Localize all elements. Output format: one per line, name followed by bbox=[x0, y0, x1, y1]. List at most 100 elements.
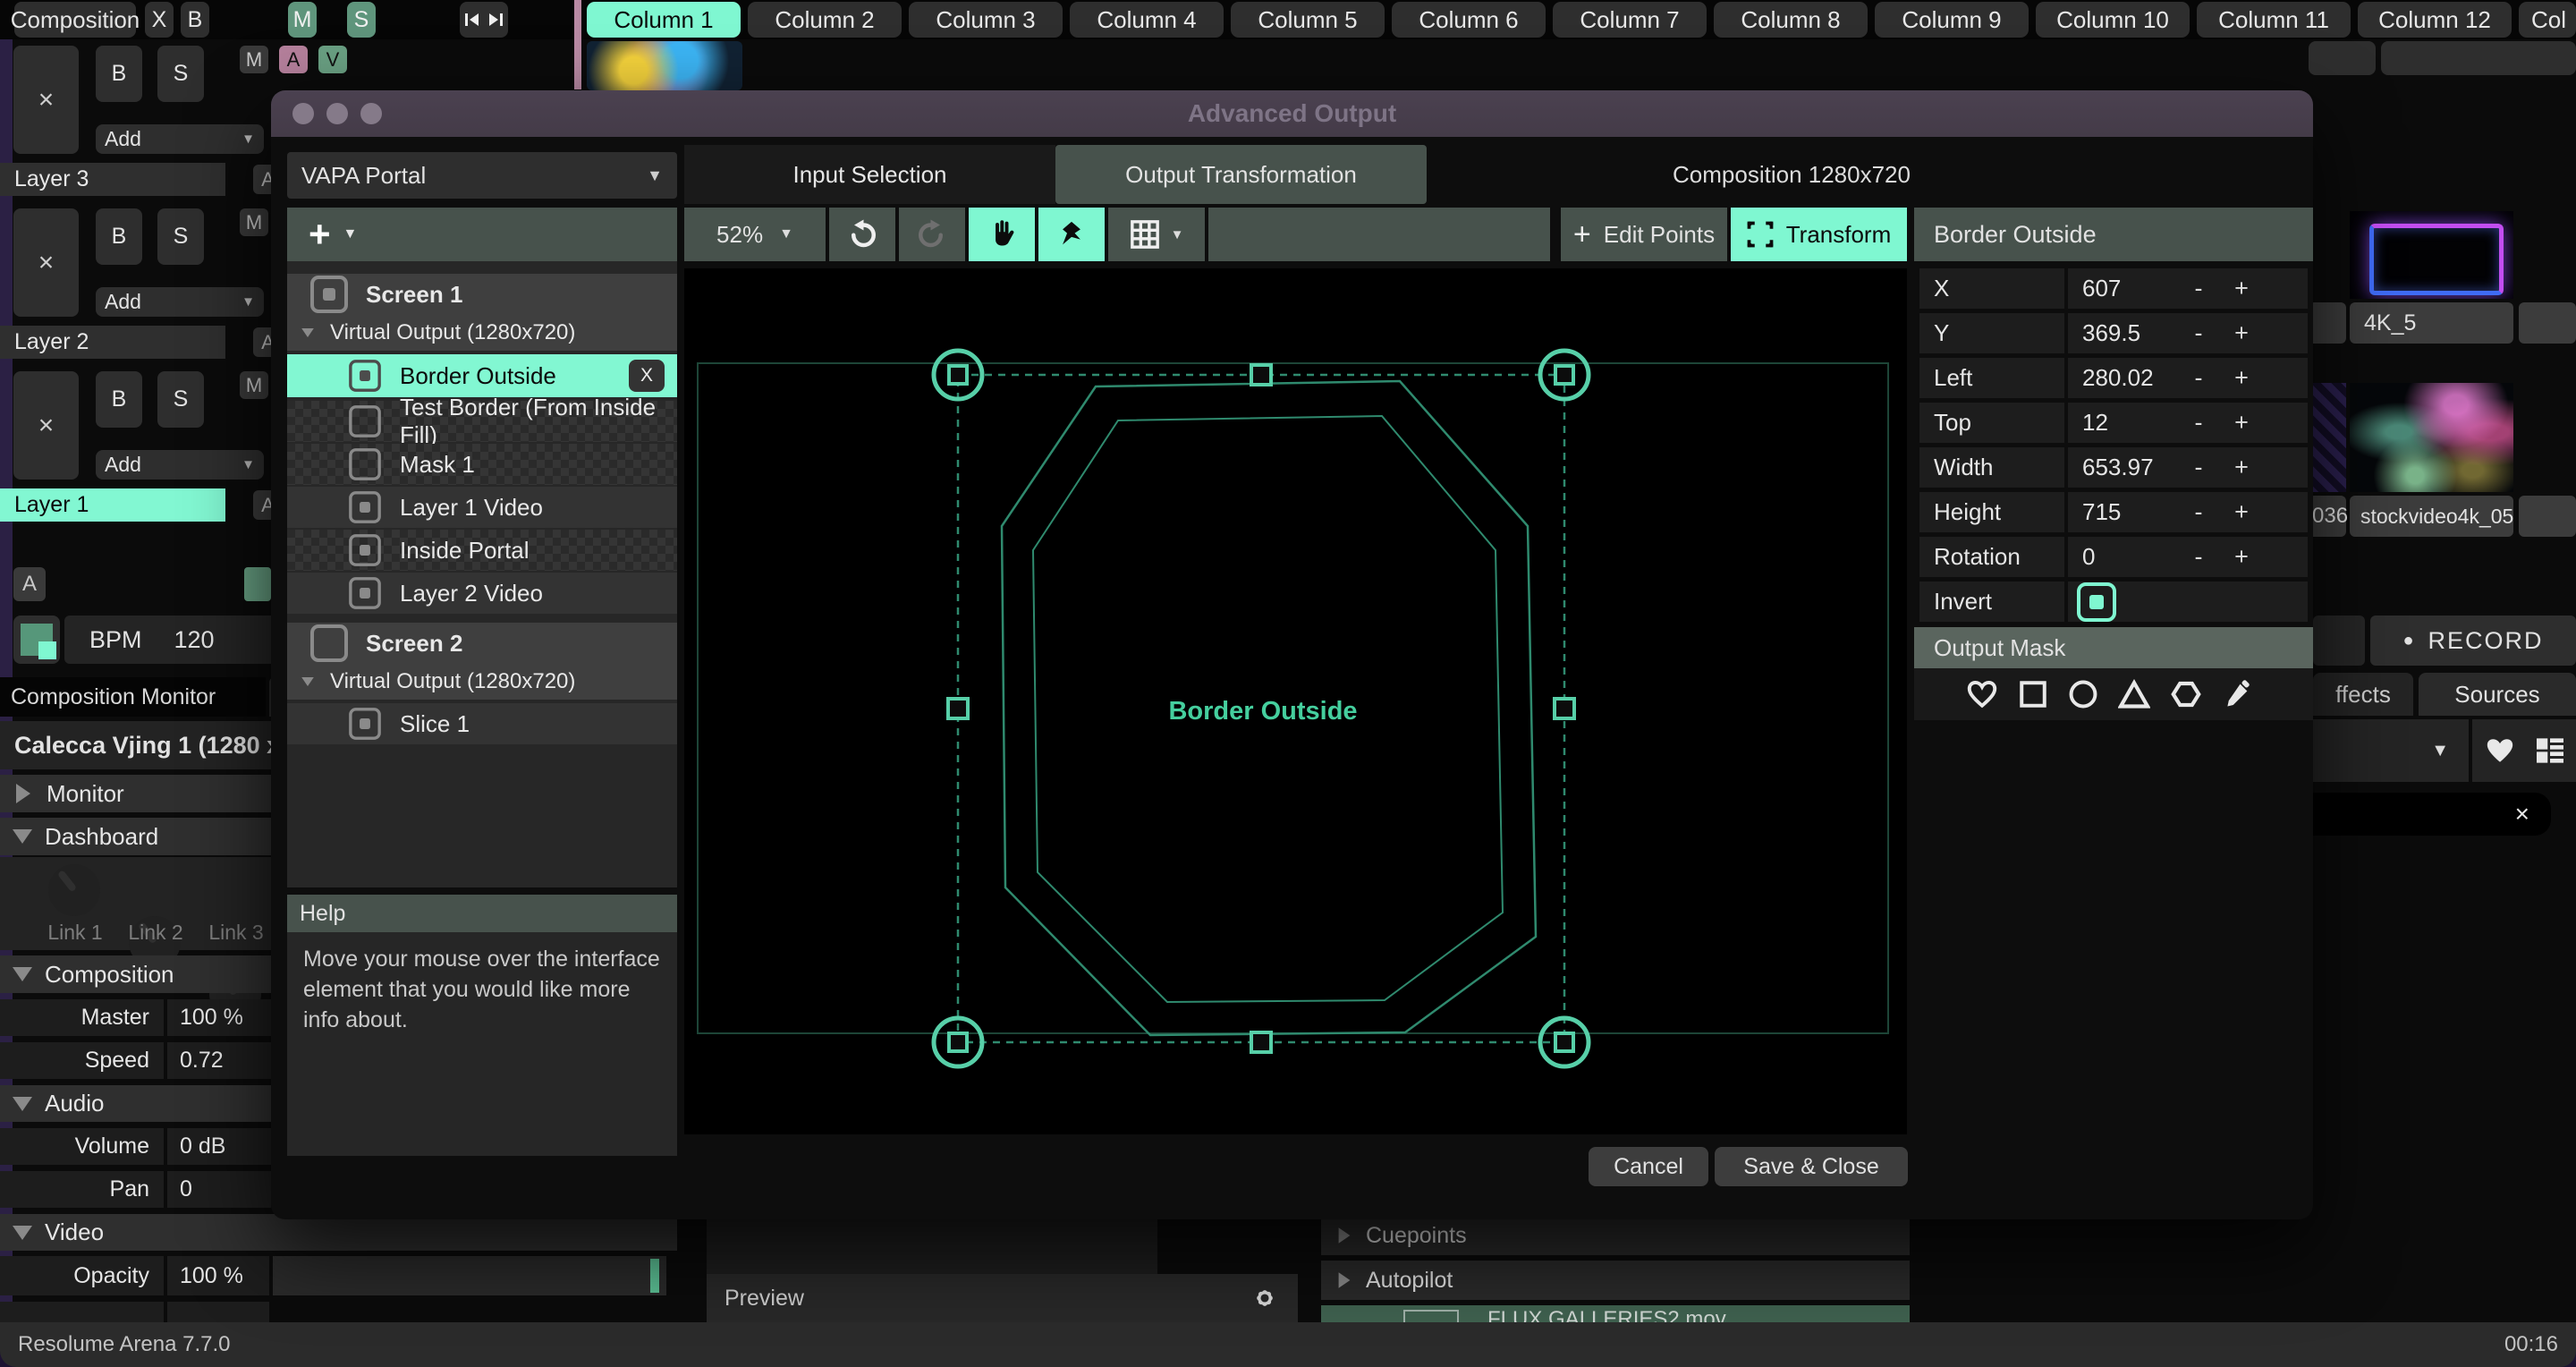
layer1-bypass-button[interactable]: B bbox=[96, 371, 142, 428]
column-tab-4[interactable]: Column 4 bbox=[1070, 2, 1224, 38]
increment-button[interactable]: + bbox=[2222, 539, 2261, 575]
layer2-title[interactable]: Layer 2 bbox=[0, 326, 225, 359]
decrement-button[interactable]: - bbox=[2179, 495, 2218, 531]
prop-top-value[interactable]: 12 - + bbox=[2068, 403, 2308, 443]
column-tab-13-partial[interactable]: Col bbox=[2519, 2, 2576, 38]
column-tab-7[interactable]: Column 7 bbox=[1553, 2, 1707, 38]
increment-button[interactable]: + bbox=[2222, 450, 2261, 486]
output-canvas[interactable]: Border Outside bbox=[684, 268, 1907, 1134]
clip-thumbnail[interactable] bbox=[587, 41, 742, 90]
decrement-button[interactable]: - bbox=[2179, 539, 2218, 575]
column-tab-3[interactable]: Column 3 bbox=[909, 2, 1063, 38]
layer1-solo-button[interactable]: S bbox=[157, 371, 204, 428]
layer1-add-dropdown[interactable]: Add▼ bbox=[96, 450, 264, 480]
tab-composition-monitor[interactable]: Composition Monitor bbox=[0, 677, 266, 717]
layer2-m-badge[interactable]: M bbox=[240, 208, 268, 236]
search-input[interactable]: × bbox=[2313, 793, 2551, 836]
layer1-title-selected[interactable]: Layer 1 bbox=[0, 488, 225, 522]
layer3-title[interactable]: Layer 3 bbox=[0, 163, 225, 196]
circle-mask-icon[interactable] bbox=[2068, 679, 2098, 709]
mask-tool-button[interactable] bbox=[1038, 208, 1105, 261]
triangle-mask-icon[interactable] bbox=[2118, 679, 2150, 709]
crossfader-cell[interactable] bbox=[244, 567, 271, 601]
speed-value[interactable]: 0.72 bbox=[167, 1042, 271, 1079]
list-view-icon[interactable] bbox=[2535, 737, 2565, 764]
edit-points-button[interactable]: + Edit Points bbox=[1561, 208, 1727, 261]
column-tab-11[interactable]: Column 11 bbox=[2197, 2, 2351, 38]
prop-width-value[interactable]: 653.97 - + bbox=[2068, 447, 2308, 488]
volume-value[interactable]: 0 dB bbox=[167, 1128, 271, 1165]
master-value[interactable]: 100 % bbox=[167, 999, 271, 1036]
tab-output-transformation[interactable]: Output Transformation bbox=[1055, 145, 1427, 204]
redo-button[interactable] bbox=[899, 208, 965, 261]
save-close-button[interactable]: Save & Close bbox=[1715, 1147, 1908, 1186]
prop-x-value[interactable]: 607 - + bbox=[2068, 268, 2308, 309]
layer2-close-button[interactable]: × bbox=[13, 208, 79, 317]
bpm-icon-cell[interactable] bbox=[13, 616, 60, 664]
increment-button[interactable]: + bbox=[2222, 405, 2261, 441]
cuepoints-section-header[interactable]: Cuepoints bbox=[1321, 1216, 1910, 1255]
add-slice-toolbar[interactable]: + ▼ bbox=[287, 208, 677, 261]
video-section-header[interactable]: Video bbox=[0, 1214, 677, 1251]
prop-rotation-value[interactable]: 0 - + bbox=[2068, 537, 2308, 577]
layer3-solo-button[interactable]: S bbox=[157, 46, 204, 102]
decrement-button[interactable]: - bbox=[2179, 405, 2218, 441]
clip-label-partial[interactable] bbox=[2519, 496, 2576, 537]
tree-slice1[interactable]: Slice 1 bbox=[287, 703, 677, 744]
decrement-button[interactable]: - bbox=[2179, 316, 2218, 352]
layer3-m-badge[interactable]: M bbox=[240, 46, 268, 73]
column-tab-8[interactable]: Column 8 bbox=[1714, 2, 1868, 38]
autopilot-clip-row[interactable]: FLUX GALLERIES2.mov bbox=[1321, 1305, 1910, 1322]
clip-label-partial[interactable] bbox=[2519, 302, 2576, 344]
composition-s-button[interactable]: S bbox=[347, 2, 376, 38]
tree-test-border[interactable]: Test Border (From Inside Fill) bbox=[287, 401, 677, 442]
tree-mask1[interactable]: Mask 1 bbox=[287, 444, 677, 485]
layer2-solo-button[interactable]: S bbox=[157, 208, 204, 265]
tree-layer1-video[interactable]: Layer 1 Video bbox=[287, 487, 677, 528]
increment-button[interactable]: + bbox=[2222, 361, 2261, 396]
decrement-button[interactable]: - bbox=[2179, 361, 2218, 396]
preview-panel-header[interactable]: Preview bbox=[707, 1274, 1298, 1322]
audio-section-header[interactable]: Audio bbox=[0, 1085, 271, 1122]
tab-sources[interactable]: Sources bbox=[2419, 673, 2576, 716]
prop-left-value[interactable]: 280.02 - + bbox=[2068, 358, 2308, 398]
layer2-add-dropdown[interactable]: Add▼ bbox=[96, 287, 264, 317]
dashboard-section-header[interactable]: Dashboard bbox=[0, 818, 271, 855]
layer3-bypass-button[interactable]: B bbox=[96, 46, 142, 102]
output-device-dropdown[interactable]: VAPA Portal ▼ bbox=[287, 152, 677, 199]
increment-button[interactable]: + bbox=[2222, 316, 2261, 352]
tab-effects-partial[interactable]: ffects bbox=[2313, 673, 2413, 716]
square-mask-icon[interactable] bbox=[2018, 679, 2048, 709]
column-tab-12[interactable]: Column 12 bbox=[2358, 2, 2512, 38]
composition-section-header[interactable]: Composition bbox=[0, 955, 271, 993]
slice-delete-button[interactable]: X bbox=[629, 360, 665, 392]
increment-button[interactable]: + bbox=[2222, 495, 2261, 531]
decrement-button[interactable]: - bbox=[2179, 450, 2218, 486]
layer2-bypass-button[interactable]: B bbox=[96, 208, 142, 265]
heart-mask-icon[interactable] bbox=[1966, 679, 1998, 709]
composition-m-button[interactable]: M bbox=[288, 2, 317, 38]
monitor-section-header[interactable]: Monitor bbox=[0, 775, 271, 812]
opacity-slider-handle[interactable] bbox=[650, 1259, 659, 1293]
tree-screen1-output[interactable]: Virtual Output (1280x720) bbox=[287, 315, 677, 351]
tab-composition[interactable]: Composition bbox=[14, 2, 136, 38]
crossfader-a-button[interactable]: A bbox=[13, 567, 46, 601]
cancel-button[interactable]: Cancel bbox=[1589, 1147, 1708, 1186]
clip-label-partial[interactable] bbox=[2309, 302, 2346, 344]
column-tab-10[interactable]: Column 10 bbox=[2036, 2, 2190, 38]
column-tab-2[interactable]: Column 2 bbox=[748, 2, 902, 38]
tree-screen2[interactable]: Screen 2 bbox=[287, 623, 677, 664]
triangle-down-icon[interactable] bbox=[301, 328, 314, 337]
tree-inside-portal[interactable]: Inside Portal bbox=[287, 530, 677, 571]
clip-036-label[interactable]: 036 bbox=[2309, 496, 2346, 537]
grid-options-dropdown[interactable]: ▼ bbox=[1108, 208, 1205, 261]
pan-value[interactable]: 0 bbox=[167, 1171, 271, 1208]
tree-screen2-output[interactable]: Virtual Output (1280x720) bbox=[287, 664, 677, 700]
zoom-level-dropdown[interactable]: 52% ▼ bbox=[684, 208, 826, 261]
layer1-m-badge[interactable]: M bbox=[240, 371, 268, 399]
clip-4k5-thumbnail[interactable] bbox=[2350, 211, 2513, 299]
opacity-value[interactable]: 100 % bbox=[167, 1256, 269, 1295]
dialog-title-bar[interactable]: Advanced Output bbox=[271, 90, 2313, 137]
record-button[interactable]: ● RECORD bbox=[2370, 616, 2576, 666]
decrement-button[interactable]: - bbox=[2179, 271, 2218, 307]
